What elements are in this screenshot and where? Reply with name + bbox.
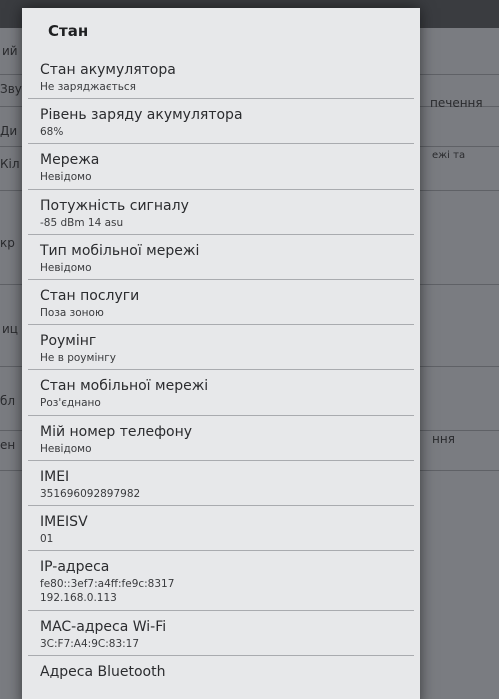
item-label: Потужність сигналу xyxy=(40,197,189,214)
item-label: IP-адреса xyxy=(40,559,110,576)
list-item-wifi-mac: MAC-адреса Wi-Fi 3C:F7:A4:9C:83:17 xyxy=(22,611,420,657)
item-value: 351696092897982 xyxy=(40,487,141,500)
background-fragment: ий xyxy=(2,44,18,58)
item-value: Невідомо xyxy=(40,442,92,455)
item-value: Не заряджається xyxy=(40,81,137,93)
list-item-battery-level: Рівень заряду акумулятора 68% xyxy=(22,99,420,145)
item-label: Стан акумулятора xyxy=(40,62,176,78)
item-label: IMEISV xyxy=(40,513,88,530)
item-label: IMEI xyxy=(40,468,70,485)
item-value: 3C:F7:A4:9C:83:17 xyxy=(40,638,140,651)
background-fragment: кр xyxy=(0,236,15,250)
status-list[interactable]: Стан акумулятора Не заряджається Рівень … xyxy=(22,54,420,699)
list-item-phone-number: Мій номер телефону Невідомо xyxy=(22,416,420,461)
item-label: Стан мобільної мережі xyxy=(40,378,209,395)
screen: ий Зву Ди Кіл кр иц бл ен печення ежі та… xyxy=(0,0,499,699)
list-item-mobile-network-state: Стан мобільної мережі Роз'єднано xyxy=(22,370,420,416)
status-dialog: Стан Стан акумулятора Не заряджається Рі… xyxy=(22,8,420,699)
item-label: Мережа xyxy=(40,152,100,169)
item-value-ipv4: 192.168.0.113 xyxy=(40,592,117,605)
dialog-title: Стан xyxy=(48,22,89,40)
background-fragment: бл xyxy=(0,394,16,408)
list-item-battery-status: Стан акумулятора Не заряджається xyxy=(22,54,420,100)
background-fragment: Ди xyxy=(0,124,18,138)
background-fragment: печення xyxy=(430,96,483,110)
item-label: Мій номер телефону xyxy=(40,423,193,440)
list-item-imei: IMEI 351696092897982 xyxy=(22,461,420,507)
item-label: Рівень заряду акумулятора xyxy=(40,107,243,124)
item-label: Стан послуги xyxy=(40,287,140,304)
list-item-network: Мережа Невідомо xyxy=(22,144,420,190)
background-fragment: ен xyxy=(0,438,16,452)
list-item-bluetooth-address: Адреса Bluetooth xyxy=(22,656,420,699)
item-value: -85 dBm 14 asu xyxy=(40,216,124,229)
list-item-signal-strength: Потужність сигналу -85 dBm 14 asu xyxy=(22,190,420,235)
item-value: Невідомо xyxy=(40,171,92,184)
item-value: Не в роумінгу xyxy=(40,352,116,365)
item-value: Невідомо xyxy=(40,261,92,274)
background-fragment: Зву xyxy=(0,82,22,96)
item-value: 01 xyxy=(40,532,54,545)
background-fragment: ежі та xyxy=(432,150,466,161)
list-item-service-state: Стан послуги Поза зоною xyxy=(22,280,420,326)
list-item-ip-address: IP-адреса fe80::3ef7:a4ff:fe9c:8317 192.… xyxy=(22,551,420,612)
background-fragment: иц xyxy=(2,322,18,336)
item-value: Поза зоною xyxy=(40,306,104,319)
item-label: MAC-адреса Wi-Fi xyxy=(40,619,167,636)
item-value: Роз'єднано xyxy=(40,397,101,410)
item-label: Роумінг xyxy=(40,333,97,350)
background-fragment: ння xyxy=(432,432,455,446)
item-value: 68% xyxy=(40,126,64,139)
list-item-roaming: Роумінг Не в роумінгу xyxy=(22,325,420,371)
item-label: Тип мобільної мережі xyxy=(40,242,200,259)
list-item-imeisv: IMEISV 01 xyxy=(22,506,420,552)
background-fragment: Кіл xyxy=(0,157,20,171)
item-value-ipv6: fe80::3ef7:a4ff:fe9c:8317 xyxy=(40,578,175,591)
list-item-mobile-network-type: Тип мобільної мережі Невідомо xyxy=(22,235,420,281)
item-label: Адреса Bluetooth xyxy=(40,664,166,681)
